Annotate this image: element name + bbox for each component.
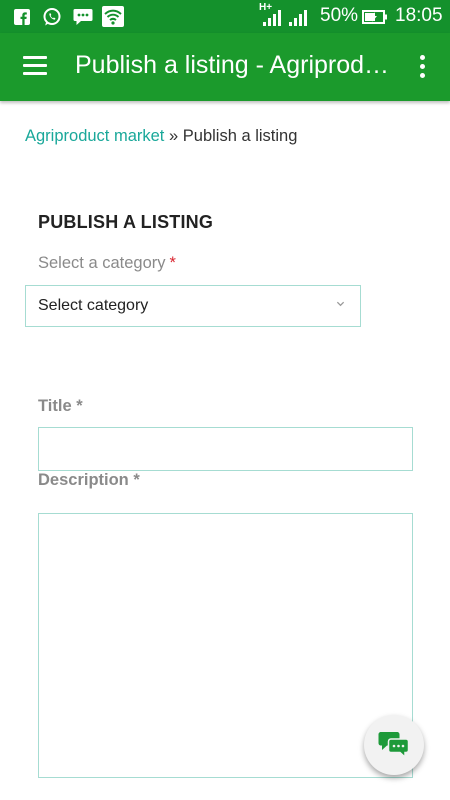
app-bar: Publish a listing - Agriproduct market <box>0 33 450 101</box>
chat-fab-button[interactable] <box>364 715 424 775</box>
more-vert-icon[interactable] <box>416 55 428 81</box>
breadcrumb-separator: » <box>168 127 179 145</box>
form-heading: PUBLISH A LISTING <box>38 212 214 232</box>
battery-icon <box>362 10 387 24</box>
category-select[interactable]: Select category <box>25 285 361 327</box>
chevron-down-icon <box>336 301 345 307</box>
category-label: Select a category * <box>38 254 176 273</box>
category-select-value: Select category <box>38 297 149 314</box>
title-input[interactable] <box>38 427 413 471</box>
clock: 18:05 <box>395 5 443 26</box>
battery-percent: 50% <box>320 5 359 26</box>
breadcrumb-current: Publish a listing <box>182 127 298 145</box>
menu-icon[interactable] <box>23 56 47 76</box>
page-title: Publish a listing - Agriproduct market <box>75 51 397 79</box>
wifi-icon <box>102 6 124 27</box>
category-label-text: Select a category <box>38 254 166 272</box>
signal-icon <box>263 10 281 26</box>
breadcrumb: Agriproduct market » Publish a listing <box>25 127 297 146</box>
status-bar: H+ 50% 18:05 <box>0 0 450 33</box>
messenger-icon <box>73 9 93 25</box>
breadcrumb-home-link[interactable]: Agriproduct market <box>25 127 164 145</box>
description-textarea[interactable] <box>38 513 413 778</box>
whatsapp-icon <box>43 8 61 26</box>
description-label: Description * <box>38 471 140 489</box>
title-label: Title * <box>38 397 83 415</box>
facebook-icon <box>14 9 30 25</box>
signal-icon <box>289 10 307 26</box>
required-marker: * <box>169 254 176 272</box>
chat-bubbles-icon <box>378 732 410 759</box>
